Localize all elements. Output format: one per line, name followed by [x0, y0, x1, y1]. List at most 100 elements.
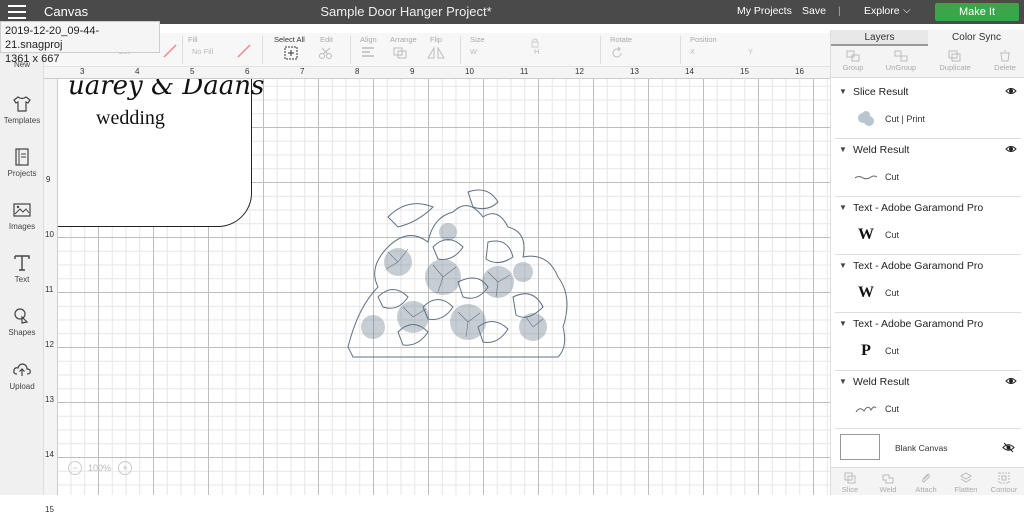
- left-sidebar: New Templates Projects Images Text Shape…: [0, 24, 44, 495]
- sidebar-item-projects[interactable]: Projects: [0, 147, 44, 178]
- flatten-button[interactable]: Flatten: [947, 472, 985, 494]
- position-y-input[interactable]: Y: [748, 47, 753, 61]
- sidebar-item-label: Upload: [9, 382, 35, 391]
- layer-operation: Cut: [885, 346, 900, 356]
- ungroup-button[interactable]: UnGroup: [881, 50, 921, 72]
- layer-item[interactable]: ▼ Text - Adobe Garamond Pro P Cut: [835, 314, 1021, 371]
- layer-item[interactable]: ▼ Weld Result Cut: [835, 372, 1021, 429]
- weld-button[interactable]: Weld: [869, 472, 907, 494]
- eye-off-icon[interactable]: [1002, 442, 1015, 453]
- sidebar-item-shapes[interactable]: Shapes: [0, 306, 44, 337]
- fill-label: Fill: [188, 35, 198, 44]
- toolbar-divider: [460, 36, 461, 64]
- make-it-button[interactable]: Make It: [935, 3, 1019, 21]
- zoom-level: 100%: [88, 463, 112, 473]
- select-all-label: Select All: [274, 35, 305, 44]
- eye-icon[interactable]: [1005, 376, 1017, 386]
- chevron-down-icon[interactable]: ▼: [839, 319, 847, 328]
- ruler-tick: 10: [45, 230, 54, 239]
- zoom-in-button[interactable]: +: [118, 461, 132, 475]
- sidebar-item-text[interactable]: Text: [0, 253, 44, 284]
- flip-icon[interactable]: [426, 46, 446, 60]
- layer-thumbnail: W: [858, 226, 874, 243]
- position-x-input[interactable]: X: [690, 47, 695, 61]
- ruler-tick: 14: [45, 450, 54, 459]
- layer-operation: Cut: [885, 288, 900, 298]
- ruler-tick: 13: [630, 67, 639, 76]
- sidebar-item-templates[interactable]: Templates: [0, 94, 44, 125]
- select-all-icon[interactable]: [284, 46, 298, 60]
- scissors-icon[interactable]: [318, 46, 336, 60]
- book-icon: [15, 148, 29, 166]
- zoom-out-button[interactable]: −: [68, 461, 82, 475]
- chevron-down-icon[interactable]: ⌵: [903, 5, 911, 16]
- chevron-down-icon[interactable]: ▼: [839, 145, 847, 154]
- sidebar-item-label: Projects: [7, 169, 37, 178]
- group-icon: [846, 50, 860, 62]
- chevron-down-icon[interactable]: ▼: [839, 261, 847, 270]
- fill-select[interactable]: No Fill: [192, 47, 213, 61]
- eye-icon[interactable]: [1005, 86, 1017, 96]
- size-height-input[interactable]: H: [534, 47, 539, 61]
- layer-thumbnail: W: [858, 284, 874, 301]
- canvas-swatch[interactable]: [840, 434, 880, 460]
- layer-thumbnail: P: [861, 342, 871, 359]
- slice-icon: [844, 472, 856, 484]
- linetype-color-icon[interactable]: [162, 43, 178, 59]
- chevron-down-icon[interactable]: ▼: [839, 377, 847, 386]
- door-hanger-shape[interactable]: uarey & Daans wedding: [58, 79, 264, 227]
- wedding-text[interactable]: wedding: [96, 107, 165, 130]
- fill-color-icon[interactable]: [236, 43, 252, 59]
- layer-thumbnail: [855, 406, 877, 413]
- chevron-down-icon[interactable]: ▼: [839, 87, 847, 96]
- duplicate-icon: [948, 50, 961, 62]
- tab-layers[interactable]: Layers: [831, 30, 928, 46]
- script-names-text[interactable]: uarey & Daans: [68, 79, 264, 101]
- save-link[interactable]: Save: [802, 5, 826, 17]
- layer-item[interactable]: ▼ Slice Result Cut | Print: [835, 82, 1021, 139]
- ruler-tick: 6: [245, 67, 250, 76]
- layer-name: Text - Adobe Garamond Pro: [853, 202, 984, 214]
- duplicate-button[interactable]: Duplicate: [935, 50, 975, 72]
- blank-canvas-label: Blank Canvas: [895, 443, 948, 453]
- action-label: Slice: [841, 485, 859, 494]
- sidebar-item-images[interactable]: Images: [0, 200, 44, 231]
- layer-item[interactable]: ▼ Weld Result Cut: [835, 140, 1021, 197]
- slice-button[interactable]: Slice: [831, 472, 869, 494]
- layer-actions-bar: Group UnGroup Duplicate Delete: [831, 46, 1024, 78]
- upload-icon: [13, 363, 31, 376]
- chevron-down-icon[interactable]: ▼: [839, 203, 847, 212]
- design-canvas[interactable]: uarey & Daans wedding: [58, 79, 830, 495]
- layer-operation: Cut: [885, 172, 900, 182]
- action-label: Group: [842, 63, 864, 72]
- flatten-icon: [960, 472, 972, 483]
- delete-button[interactable]: Delete: [985, 50, 1024, 72]
- sidebar-item-upload[interactable]: Upload: [0, 360, 44, 391]
- layer-name: Text - Adobe Garamond Pro: [853, 260, 984, 272]
- group-button[interactable]: Group: [833, 50, 873, 72]
- toolbar-divider: [182, 36, 183, 64]
- ruler-top: 3 4 5 6 7 8 9 10 11 12 13 14 15 16: [44, 67, 830, 79]
- arrange-icon[interactable]: [392, 46, 410, 60]
- arrange-label: Arrange: [390, 35, 417, 44]
- layer-item[interactable]: ▼ Text - Adobe Garamond Pro W Cut: [835, 256, 1021, 313]
- attach-button[interactable]: Attach: [907, 472, 945, 494]
- layer-item[interactable]: ▼ Text - Adobe Garamond Pro W Cut: [835, 198, 1021, 255]
- rotate-icon[interactable]: [610, 46, 624, 60]
- action-label: Attach: [915, 485, 937, 494]
- tooltip-filename: 2019-12-20_09-44-21.snagproj: [5, 25, 100, 51]
- panel-tabs: Layers Color Sync: [831, 30, 1024, 46]
- tab-color-sync[interactable]: Color Sync: [928, 30, 1024, 46]
- contour-button[interactable]: Contour: [985, 472, 1023, 494]
- eye-icon[interactable]: [1005, 144, 1017, 154]
- blank-canvas-layer[interactable]: Blank Canvas: [835, 430, 1021, 466]
- paperclip-icon: [922, 473, 930, 483]
- size-width-input[interactable]: W: [470, 47, 477, 61]
- explore-menu[interactable]: Explore: [864, 5, 900, 17]
- my-projects-link[interactable]: My Projects: [737, 5, 792, 17]
- toolbar-divider: [600, 36, 601, 64]
- action-label: Weld: [879, 485, 897, 494]
- weld-icon: [882, 474, 894, 484]
- floral-bouquet-image[interactable]: [338, 187, 573, 362]
- align-icon[interactable]: [360, 46, 378, 60]
